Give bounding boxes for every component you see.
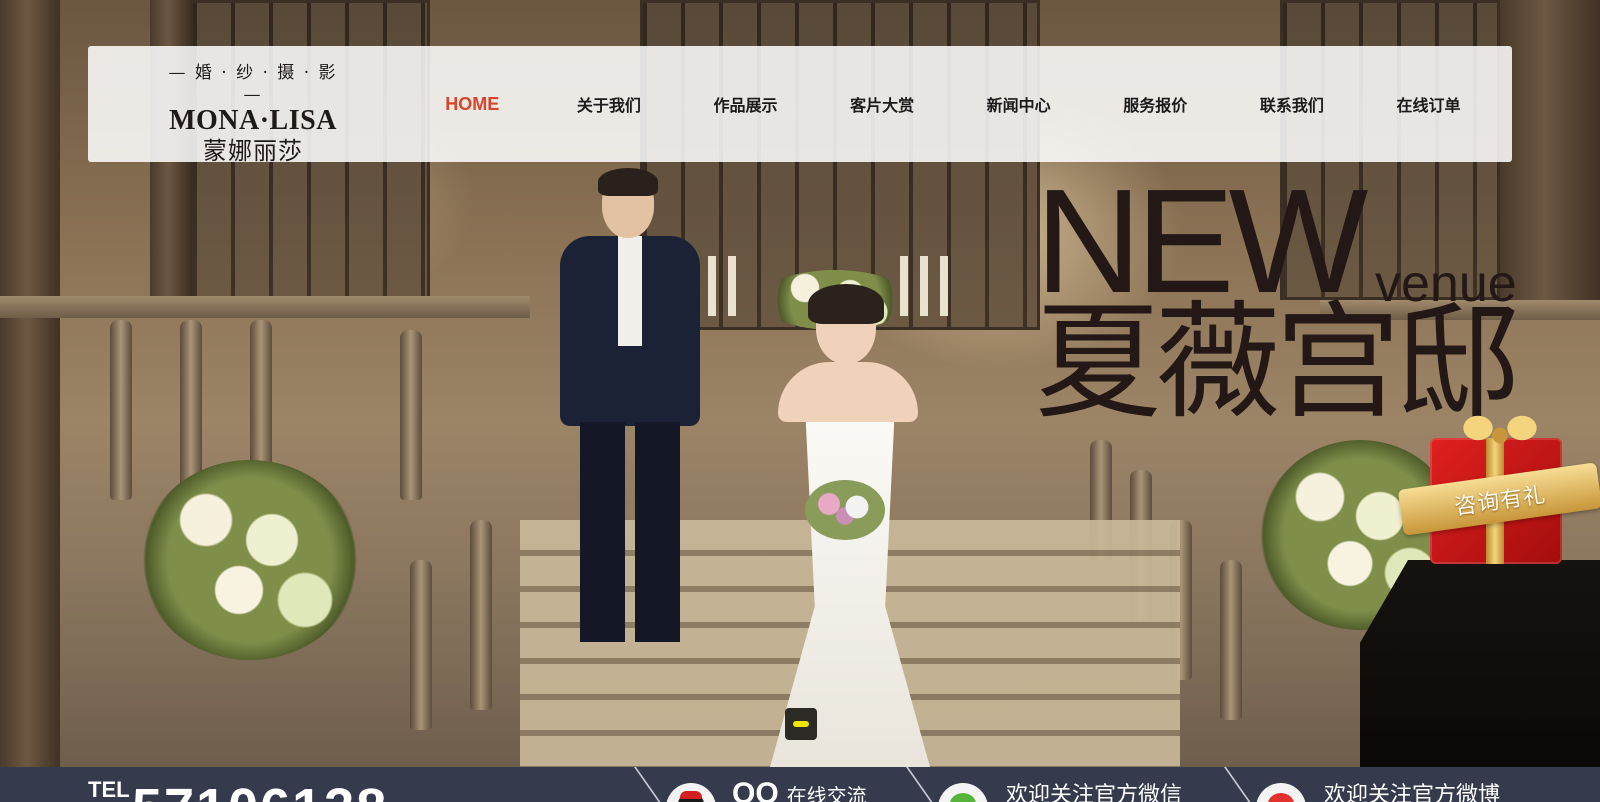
- baluster: [1220, 560, 1242, 720]
- nav-about[interactable]: 关于我们: [541, 92, 678, 116]
- nav-online-order[interactable]: 在线订单: [1360, 92, 1497, 116]
- baluster: [400, 330, 422, 500]
- bride-figure: [750, 284, 950, 767]
- weibo-follow[interactable]: 欢迎关注官方微博: [1324, 785, 1500, 802]
- hero-banner[interactable]: NEW venue 夏薇宫邸 咨询有礼 — 婚 · 纱 · 摄 · 影 — MO…: [0, 0, 1600, 767]
- baluster: [110, 320, 132, 500]
- nav-client-gallery[interactable]: 客片大赏: [814, 92, 951, 116]
- wechat-icon[interactable]: [938, 783, 988, 802]
- left-railing: [0, 296, 530, 318]
- gift-label: 咨询有礼: [1453, 482, 1548, 521]
- logo-tagline: — 婚 · 纱 · 摄 · 影 —: [168, 63, 338, 105]
- piano: [1360, 560, 1600, 767]
- nav-news[interactable]: 新闻中心: [950, 92, 1087, 116]
- main-menu: HOME 关于我们 作品展示 客片大赏 新闻中心 服务报价 联系我们 在线订单: [404, 46, 1497, 162]
- nav-home[interactable]: HOME: [404, 94, 541, 115]
- qq-sub: 在线交流: [786, 784, 867, 802]
- tel-number: 57106138: [132, 781, 388, 802]
- baluster: [410, 560, 432, 730]
- qq-contact[interactable]: QQ 在线交流: [732, 779, 867, 802]
- divider: [633, 767, 665, 802]
- consult-gift-badge[interactable]: 咨询有礼: [1397, 398, 1600, 568]
- header-navbar: — 婚 · 纱 · 摄 · 影 — MONA·LISA 蒙娜丽莎 HOME 关于…: [88, 46, 1512, 165]
- left-pillar: [0, 0, 60, 767]
- contact-strip: TEL 57106138 QQ 在线交流 欢迎关注官方微信 欢迎关注官方微博: [0, 767, 1600, 802]
- nav-works[interactable]: 作品展示: [677, 92, 814, 116]
- logo-name-cn: 蒙娜丽莎: [203, 137, 303, 165]
- qq-label: QQ: [732, 777, 779, 802]
- weibo-icon[interactable]: [1256, 783, 1306, 802]
- gift-bow-icon: [1450, 398, 1550, 448]
- baluster: [470, 520, 492, 710]
- nav-pricing[interactable]: 服务报价: [1087, 92, 1224, 116]
- divider: [905, 767, 937, 802]
- qq-penguin-icon[interactable]: [666, 783, 716, 802]
- slider-indicator-1[interactable]: [785, 708, 817, 740]
- nav-contact[interactable]: 联系我们: [1224, 92, 1361, 116]
- logo-name-en: MONA·LISA: [169, 105, 337, 136]
- divider: [1223, 767, 1255, 802]
- brand-logo[interactable]: — 婚 · 纱 · 摄 · 影 — MONA·LISA 蒙娜丽莎: [158, 62, 348, 165]
- flower-bouquet-left: [140, 460, 360, 660]
- tel-label: TEL: [88, 777, 130, 802]
- groom-figure: [560, 168, 700, 672]
- wechat-follow[interactable]: 欢迎关注官方微信: [1006, 785, 1182, 802]
